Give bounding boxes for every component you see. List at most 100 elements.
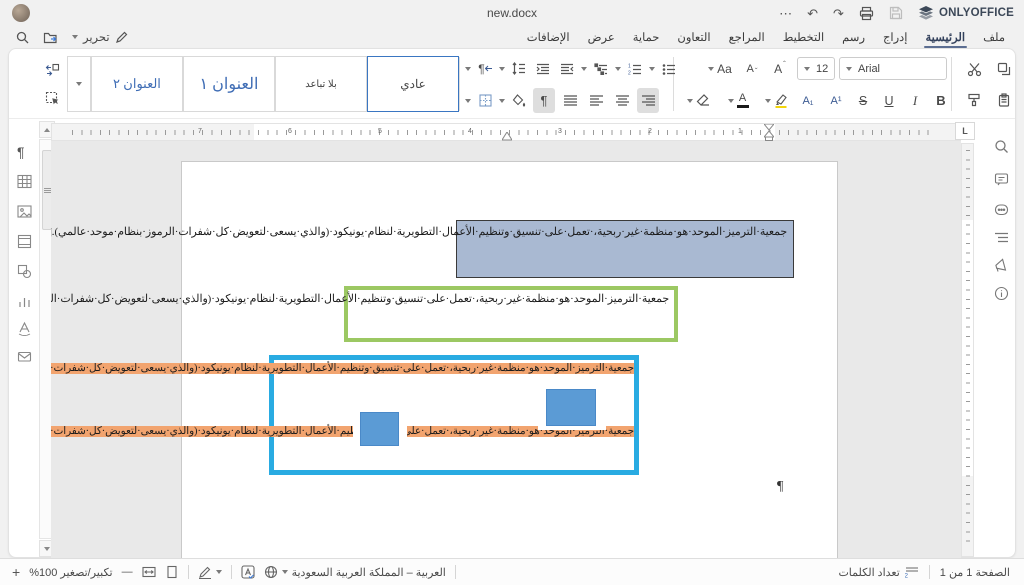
tab-draw[interactable]: رسم — [833, 26, 874, 48]
fit-width-icon[interactable] — [142, 565, 156, 579]
tab-view[interactable]: عرض — [579, 26, 624, 48]
header-footer-settings-icon[interactable] — [17, 234, 32, 249]
shape-settings-icon[interactable] — [17, 264, 32, 279]
paragraph-direction-button[interactable]: ¶ — [475, 56, 495, 81]
subscript-button[interactable]: A₁ — [795, 88, 821, 113]
zoom-out-button[interactable]: — — [122, 566, 133, 578]
chevron-down-icon[interactable] — [465, 67, 471, 71]
shading-color-button[interactable] — [509, 88, 529, 113]
borders-button[interactable] — [475, 88, 495, 113]
bold-button[interactable]: B — [929, 88, 953, 113]
about-icon[interactable] — [994, 286, 1009, 301]
tab-protection[interactable]: حماية — [624, 26, 669, 48]
show-formatting-marks-button[interactable]: ¶ — [533, 88, 555, 113]
paragraph-shaded[interactable]: جمعية·الترميز·الموحد·هو·منظمة·غير·ربحية،… — [456, 220, 794, 278]
page-number-label[interactable]: الصفحة 1 من 1 — [940, 566, 1010, 579]
comments-panel-icon[interactable] — [994, 172, 1009, 187]
paragraph-settings-icon[interactable]: ¶ — [17, 144, 25, 160]
tab-references[interactable]: المراجع — [720, 26, 774, 48]
frame-paragraph-top[interactable]: جمعية·الترميز·الموحد·هو·منظمة·غير·ربحية،… — [274, 361, 634, 376]
clear-style-button[interactable] — [681, 88, 717, 113]
tab-home[interactable]: الرئيسية — [917, 26, 975, 48]
indent-marker-triangle[interactable] — [502, 132, 512, 141]
select-all-button[interactable] — [41, 87, 63, 109]
save-icon[interactable] — [889, 6, 903, 20]
fit-page-icon[interactable] — [165, 565, 179, 579]
superscript-button[interactable]: A¹ — [823, 88, 849, 113]
line-spacing-button[interactable] — [509, 56, 529, 81]
print-icon[interactable] — [859, 6, 874, 21]
tab-insert[interactable]: إدراج — [874, 26, 917, 48]
highlight-color-button[interactable] — [759, 88, 793, 113]
multilevel-list-button[interactable] — [591, 56, 611, 81]
track-changes-button[interactable] — [198, 565, 222, 579]
zoom-in-button[interactable]: + — [12, 564, 20, 580]
align-center-button[interactable] — [611, 88, 633, 113]
search-panel-icon[interactable] — [994, 139, 1009, 154]
document-language-button[interactable]: العربية – المملكة العربية السعودية — [264, 565, 446, 579]
vertical-ruler[interactable] — [961, 143, 974, 557]
style-heading2[interactable]: العنوان ٢ — [91, 56, 183, 112]
font-name-combobox[interactable]: Arial — [839, 57, 947, 80]
editing-mode-dropdown[interactable]: تحرير — [72, 30, 128, 44]
spellcheck-icon[interactable] — [241, 565, 255, 579]
cut-button[interactable] — [961, 56, 987, 82]
tab-collaboration[interactable]: التعاون — [668, 26, 719, 48]
replace-button[interactable] — [41, 59, 63, 81]
feedback-icon[interactable] — [994, 258, 1009, 273]
increase-indent-button[interactable] — [557, 56, 577, 81]
tab-file[interactable]: ملف — [974, 26, 1014, 48]
numbered-list-button[interactable]: 12 — [625, 56, 645, 81]
text-art-settings-icon[interactable] — [17, 321, 32, 336]
align-justify-button[interactable] — [559, 88, 581, 113]
paste-button[interactable] — [991, 87, 1017, 113]
change-case-button[interactable]: Aa — [703, 56, 737, 81]
document-canvas[interactable]: جمعية·الترميز·الموحد·هو·منظمة·غير·ربحية،… — [51, 141, 961, 559]
horizontal-ruler[interactable]: 7 6 5 4 3 2 1 — [51, 123, 961, 141]
chevron-down-icon[interactable] — [615, 67, 621, 71]
inline-image-square[interactable] — [546, 389, 596, 426]
underline-button[interactable]: U — [877, 88, 901, 113]
decrease-font-size-button[interactable]: Aˇ — [739, 56, 765, 81]
align-left-button[interactable] — [585, 88, 607, 113]
title-bar: new.docx ⋯ ↶ ↷ ONLYOFFICE — [0, 0, 1024, 26]
font-color-button[interactable]: A — [721, 88, 755, 113]
open-file-location-icon[interactable] — [43, 31, 58, 44]
first-line-indent-marker[interactable] — [764, 124, 774, 141]
tab-layout[interactable]: التخطيط — [774, 26, 833, 48]
style-normal[interactable]: عادي — [367, 56, 459, 112]
format-painter-button[interactable] — [961, 87, 987, 113]
style-no-spacing[interactable]: بلا تباعد — [275, 56, 367, 112]
tab-stop-selector[interactable]: L — [955, 122, 975, 140]
align-right-button[interactable] — [637, 88, 659, 113]
chevron-down-icon[interactable] — [649, 67, 655, 71]
chevron-down-icon[interactable] — [581, 67, 587, 71]
styles-gallery-expand-button[interactable] — [67, 56, 91, 112]
chart-settings-icon[interactable] — [17, 294, 32, 309]
mail-merge-settings-icon[interactable] — [17, 349, 32, 364]
more-actions-button[interactable]: ⋯ — [779, 7, 792, 20]
copy-button[interactable] — [991, 56, 1017, 82]
image-settings-icon[interactable] — [17, 204, 32, 219]
paragraph-green-border[interactable]: جمعية·الترميز·الموحد·هو·منظمة·غير·ربحية،… — [344, 286, 678, 342]
search-icon[interactable] — [16, 31, 29, 44]
chevron-down-icon[interactable] — [465, 99, 471, 103]
italic-button[interactable]: I — [903, 88, 927, 113]
strikethrough-button[interactable]: S — [851, 88, 875, 113]
text-frame[interactable]: جمعية·الترميز·الموحد·هو·منظمة·غير·ربحية،… — [269, 355, 639, 475]
bullet-list-button[interactable] — [659, 56, 679, 81]
font-size-combobox[interactable]: 12 — [797, 57, 835, 80]
decrease-indent-button[interactable] — [533, 56, 553, 81]
chevron-down-icon[interactable] — [499, 67, 505, 71]
redo-button[interactable]: ↷ — [833, 7, 844, 20]
undo-button[interactable]: ↶ — [807, 7, 818, 20]
word-count-button[interactable]: 12 تعداد الكلمات — [838, 566, 918, 579]
style-heading1[interactable]: العنوان ١ — [183, 56, 275, 112]
tab-plugins[interactable]: الإضافات — [518, 26, 579, 48]
inline-image-square[interactable] — [360, 412, 399, 446]
chevron-down-icon[interactable] — [499, 99, 505, 103]
chat-panel-icon[interactable] — [994, 203, 1009, 218]
table-settings-icon[interactable] — [17, 174, 32, 189]
navigation-headings-icon[interactable] — [994, 230, 1009, 245]
increase-font-size-button[interactable]: Aˆ — [767, 56, 793, 81]
